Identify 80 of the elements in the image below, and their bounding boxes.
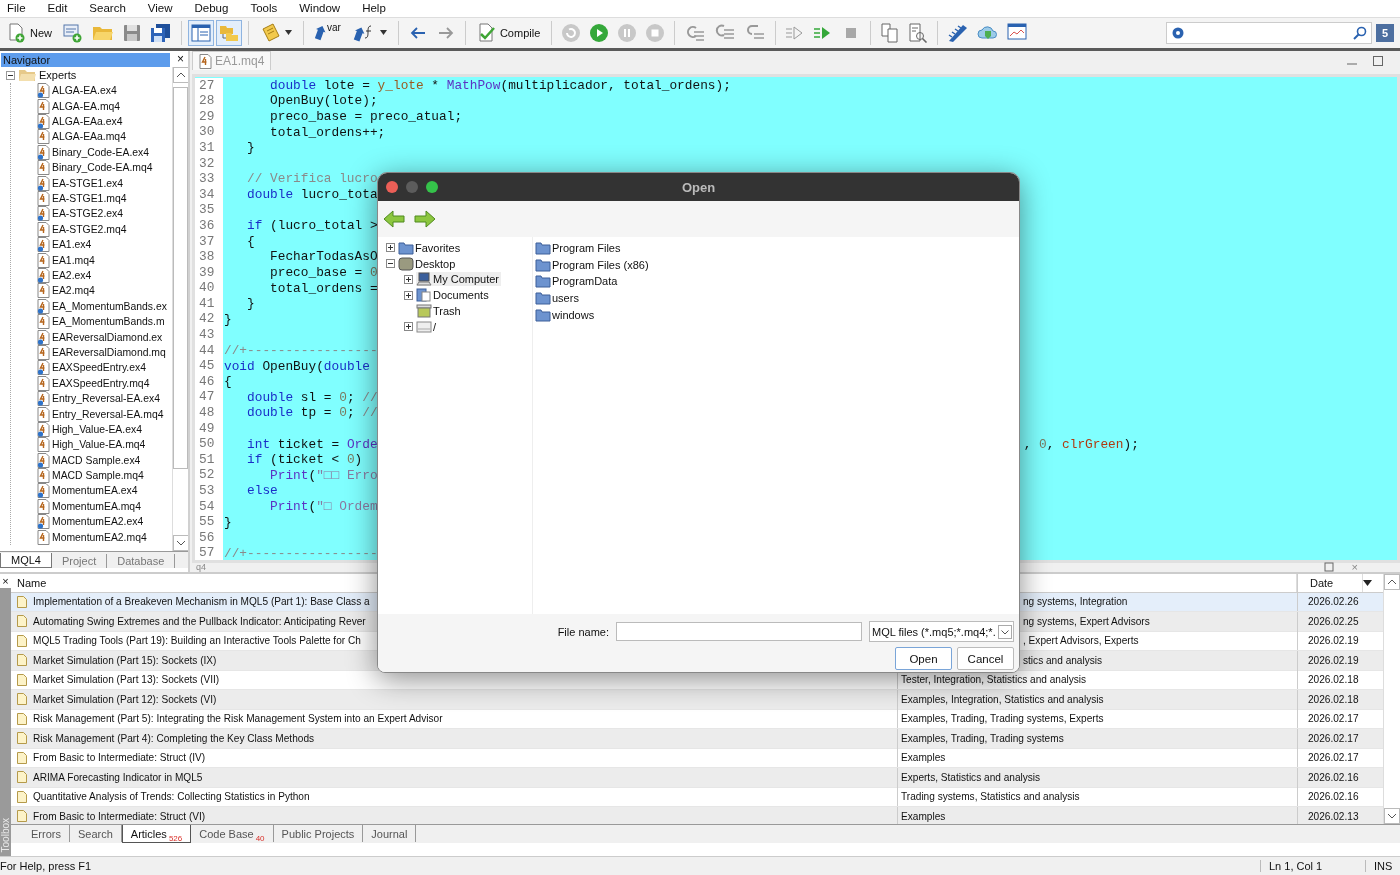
line-number: 57	[195, 545, 223, 560]
code-line: preco_base = preco_atual;	[269, 109, 463, 125]
code-line: FecharTodasAsO	[269, 249, 378, 265]
table-cell-text: Implementation of a Breakeven Mechanism in MQL5 (Part 1): Base Class a	[33, 595, 370, 610]
code-line: }	[246, 296, 255, 312]
code-line: }	[246, 140, 255, 156]
code-line: double sl = 0; //	[246, 389, 378, 405]
dialog-title: Open	[681, 179, 716, 195]
table-cell: Examples, Trading, Trading systems, Experts	[897, 709, 1297, 729]
code-line: else	[246, 483, 278, 499]
code-line: double tp = 0; //	[246, 405, 378, 421]
line-number: 55	[195, 514, 223, 530]
table-cell: 2026.02.17	[1297, 748, 1363, 768]
panel-title: Navigator	[3, 53, 51, 66]
code-line: }	[223, 514, 232, 530]
line-number: 35	[195, 202, 223, 218]
line-number: 40	[195, 280, 223, 296]
line-number: 48	[195, 405, 223, 421]
status-text: For Help, press F1	[0, 860, 93, 873]
line-number: 30	[195, 124, 223, 140]
table-cell-text: Risk Management (Part 4): Completing the Key Class Methods	[33, 732, 315, 746]
code-line: Print("□ Ordem	[269, 498, 378, 514]
table-cell: 2026.02.17	[1297, 709, 1363, 729]
line-number: 52	[195, 467, 223, 483]
code-line: void OpenBuy(double	[223, 358, 370, 374]
panel-title: Toolbox	[0, 817, 11, 853]
table-cell: 2026.02.26	[1297, 592, 1363, 612]
code-line: Print("□□ Erro	[269, 467, 378, 483]
table-cell: Trading systems, Statistics and analysis	[897, 787, 1297, 807]
line-number: 45	[195, 358, 223, 374]
table-cell: 2026.02.16	[1297, 787, 1363, 807]
table-cell-text: ARIMA Forecasting Indicator in MQL5	[33, 771, 203, 785]
table-cell-text: Quantitative Analysis of Trends: Collecting Statistics in Python	[33, 790, 310, 805]
line-number: 33	[195, 171, 223, 187]
line-number: 43	[195, 327, 223, 343]
code-line: double lote = y_lote * MathPow(multiplicador, total_ordens);	[269, 77, 731, 93]
code-line: total_ordens++;	[269, 124, 386, 140]
code-line: OpenBuy(lote);	[269, 93, 378, 109]
code-line: double lucro_tota	[246, 187, 378, 203]
table-cell-text: Market Simulation (Part 15): Sockets (IX)	[33, 654, 217, 668]
line-number: 50	[195, 436, 223, 452]
code-line: if (lucro_total >	[246, 218, 378, 234]
table-cell: Examples, Integration, Statistics and analysis	[897, 690, 1297, 709]
line-number: 53	[195, 483, 223, 499]
code-line: //+-----------------	[223, 342, 378, 358]
table-cell: 2026.02.19	[1297, 631, 1363, 651]
status-text: Ln 1, Col 1	[1260, 860, 1365, 873]
code-line: {	[223, 374, 232, 390]
code-line: total_ordens =	[269, 280, 378, 296]
table-cell-text: Market Simulation (Part 13): Sockets (VII)	[33, 673, 220, 688]
code-line: }	[223, 311, 232, 327]
table-cell: 2026.02.18	[1297, 670, 1363, 690]
line-number: 38	[195, 249, 223, 265]
table-cell: Examples, Trading, Trading systems	[897, 729, 1297, 748]
code-line: // Verifica lucro	[246, 171, 378, 187]
table-cell-text: From Basic to Intermediate: Struct (VI)	[33, 810, 206, 824]
table-cell: 2026.02.17	[1297, 729, 1363, 748]
line-number: 47	[195, 389, 223, 406]
line-number: 42	[195, 311, 223, 328]
table-cell: 2026.02.19	[1297, 651, 1363, 670]
field-label: File name:	[557, 625, 609, 638]
table-cell: Examples	[897, 748, 1297, 768]
line-number: 28	[195, 93, 223, 109]
table-cell-text: Automating Swing Extremes and the Pullback Indicator: Anticipating Rever	[33, 615, 366, 629]
code-line: int ticket = Orde	[246, 436, 378, 452]
table-cell: 2026.02.16	[1297, 768, 1363, 787]
line-number: 27	[195, 77, 223, 94]
table-cell: 2026.02.18	[1297, 690, 1363, 709]
table-cell: 2026.02.25	[1297, 612, 1363, 631]
code-line: preco_base = 0	[269, 265, 378, 280]
code-line: if (ticket < 0)	[246, 452, 363, 468]
table-cell-text: MQL5 Trading Tools (Part 19): Building an Interactive Tools Palette for Ch	[33, 634, 361, 649]
table-cell-text: From Basic to Intermediate: Struct (IV)	[33, 751, 206, 766]
table-cell: Experts, Statistics and analysis	[897, 768, 1297, 787]
status-text: INS	[1365, 860, 1400, 873]
code-line: //+-----------------	[223, 545, 378, 560]
table-cell-text: Risk Management (Part 5): Integrating the Risk Management System into an Expert Advisor	[33, 712, 443, 727]
table-cell-text: Market Simulation (Part 12): Sockets (VI)	[33, 693, 217, 707]
code-line: , 0, clrGreen);	[1022, 436, 1139, 452]
code-line: {	[246, 233, 255, 249]
